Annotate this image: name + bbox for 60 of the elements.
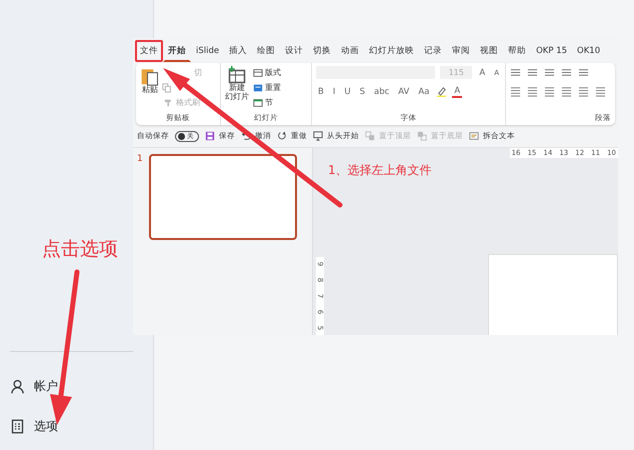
redo-icon xyxy=(277,131,287,141)
slide-number: 1 xyxy=(137,154,143,164)
align-icon xyxy=(595,86,606,97)
align-icon xyxy=(544,86,555,97)
new-slide-icon xyxy=(227,66,247,84)
align-icon xyxy=(578,86,589,97)
send-back-icon xyxy=(417,131,427,141)
ribbon-tab[interactable]: 帮助 xyxy=(503,40,532,62)
list-icon xyxy=(527,67,538,78)
ribbon-tab[interactable]: 插入 xyxy=(224,40,252,62)
ribbon-tab[interactable]: 文件 xyxy=(135,40,163,62)
person-icon xyxy=(10,378,25,394)
font-color-button[interactable]: A xyxy=(452,86,462,98)
font-style-button[interactable]: AV xyxy=(396,86,412,96)
ribbon-tab[interactable]: 审阅 xyxy=(447,40,476,62)
ribbon-tab[interactable]: 动画 xyxy=(336,40,364,62)
font-style-button[interactable]: B xyxy=(316,86,326,96)
section-button[interactable]: 节 xyxy=(253,96,281,109)
sidebar-item[interactable]: 帐户 xyxy=(0,366,153,406)
ribbon-tab[interactable]: 绘图 xyxy=(252,40,280,62)
grow-font-button[interactable]: A xyxy=(477,68,488,78)
ribbon-tab[interactable]: 幻灯片放映 xyxy=(364,40,420,62)
paste-button[interactable]: 粘贴 xyxy=(140,66,160,113)
font-style-button[interactable]: Aa xyxy=(416,86,432,96)
font-style-button[interactable]: abc xyxy=(372,86,392,96)
annotation-text: 点击选项 xyxy=(42,237,118,262)
align-icon xyxy=(561,86,572,97)
ribbon-tab[interactable]: 设计 xyxy=(280,40,308,62)
font-style-button[interactable]: S xyxy=(358,86,367,96)
copy-icon xyxy=(162,82,172,92)
ribbon-tab[interactable]: 视图 xyxy=(475,40,504,62)
list-icon xyxy=(561,67,572,78)
reset-icon xyxy=(253,82,263,92)
options-icon xyxy=(10,418,25,434)
ribbon-tab[interactable]: OKP 15 xyxy=(531,40,572,60)
font-style-button[interactable]: I xyxy=(330,86,338,96)
save-icon xyxy=(205,131,215,141)
reset-button[interactable]: 重置 xyxy=(253,81,281,94)
annotation-text: 1、选择左上角文件 xyxy=(328,162,432,179)
layout-icon xyxy=(253,68,263,78)
align-icon xyxy=(527,86,538,97)
ribbon-tab[interactable]: OK10 xyxy=(572,40,606,60)
font-style-button[interactable]: U xyxy=(342,86,353,96)
new-slide-button[interactable]: 新建 幻灯片 xyxy=(225,66,249,113)
ribbon-tab[interactable]: iSlide xyxy=(191,40,224,60)
undo-icon xyxy=(241,131,251,141)
ribbon-tab[interactable]: 记录 xyxy=(419,40,448,62)
align-icon xyxy=(510,86,521,97)
layout-button[interactable]: 版式 xyxy=(253,66,281,79)
bring-front-icon xyxy=(365,131,375,141)
list-icon xyxy=(578,67,589,78)
section-icon xyxy=(253,98,263,108)
slide-thumbnail[interactable] xyxy=(148,154,297,240)
sidebar-item[interactable]: 选项 xyxy=(0,406,153,446)
text-split-icon xyxy=(469,131,479,141)
list-icon xyxy=(544,67,555,78)
highlighter-icon xyxy=(436,86,448,97)
ribbon-tab[interactable]: 切换 xyxy=(308,40,336,62)
list-icon xyxy=(510,67,521,78)
presentation-icon xyxy=(313,131,323,141)
